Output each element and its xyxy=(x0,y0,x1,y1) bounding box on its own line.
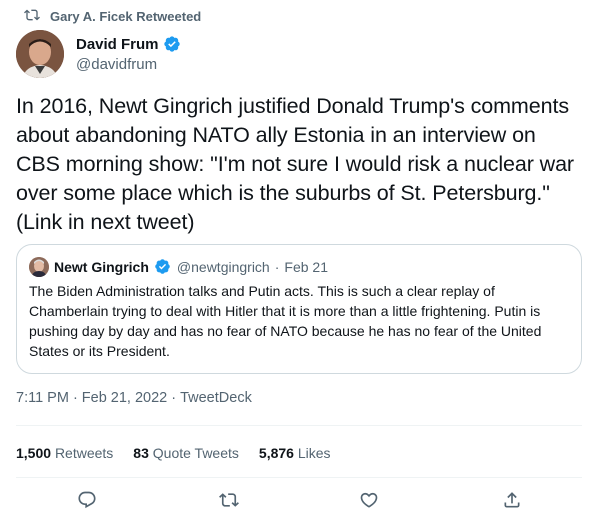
reply-button[interactable] xyxy=(72,487,102,517)
quote-author-name: Newt Gingrich xyxy=(54,259,149,275)
retweets-label: Retweets xyxy=(54,445,114,461)
timestamp-separator: · xyxy=(72,390,78,406)
tweet-timestamp: 7:11 PM · Feb 21, 2022 · TweetDeck xyxy=(16,390,252,406)
likes-label: Likes xyxy=(297,445,331,461)
quote-text: The Biden Administration talks and Putin… xyxy=(29,283,542,359)
tweet-time[interactable]: 7:11 PM xyxy=(16,390,69,406)
like-icon xyxy=(359,490,379,515)
tweet-source[interactable]: TweetDeck xyxy=(180,390,252,406)
retweet-icon xyxy=(219,490,239,515)
verified-badge-icon xyxy=(163,35,181,53)
quoted-tweet[interactable]: Newt Gingrich @newtgingrich · Feb 21 The… xyxy=(16,244,582,374)
divider xyxy=(16,477,582,478)
retweets-stat[interactable]: 1,500 Retweets xyxy=(16,445,113,461)
quote-tweets-stat[interactable]: 83 Quote Tweets xyxy=(133,445,239,461)
share-icon xyxy=(502,490,522,515)
verified-badge-icon xyxy=(154,258,172,276)
timestamp-separator: · xyxy=(171,390,177,406)
quote-date: Feb 21 xyxy=(284,259,328,275)
retweet-header-text: Gary A. Ficek Retweeted xyxy=(50,9,202,24)
author-handle[interactable]: @davidfrum xyxy=(76,56,181,73)
likes-count: 5,876 xyxy=(258,445,294,461)
retweet-icon xyxy=(24,7,40,26)
tweet-text: In 2016, Newt Gingrich justified Donald … xyxy=(16,94,574,234)
quote-avatar xyxy=(29,257,49,277)
retweet-header[interactable]: Gary A. Ficek Retweeted xyxy=(24,7,201,26)
divider xyxy=(16,425,582,426)
retweet-button[interactable] xyxy=(214,487,244,517)
quote-tweets-count: 83 xyxy=(133,445,149,461)
likes-stat[interactable]: 5,876 Likes xyxy=(259,445,331,461)
quote-author-handle: @newtgingrich xyxy=(176,259,270,275)
like-button[interactable] xyxy=(354,487,384,517)
author-name[interactable]: David Frum xyxy=(76,36,159,53)
action-bar xyxy=(0,487,598,519)
share-button[interactable] xyxy=(497,487,527,517)
tweet-author: David Frum @davidfrum xyxy=(16,30,181,78)
quote-tweets-label: Quote Tweets xyxy=(152,445,239,461)
retweets-count: 1,500 xyxy=(16,445,52,461)
quote-separator: · xyxy=(274,259,280,275)
reply-icon xyxy=(77,490,97,515)
tweet-stats: 1,500 Retweets 83 Quote Tweets 5,876 Lik… xyxy=(16,445,331,461)
tweet-date[interactable]: Feb 21, 2022 xyxy=(82,390,167,406)
avatar[interactable] xyxy=(16,30,64,78)
